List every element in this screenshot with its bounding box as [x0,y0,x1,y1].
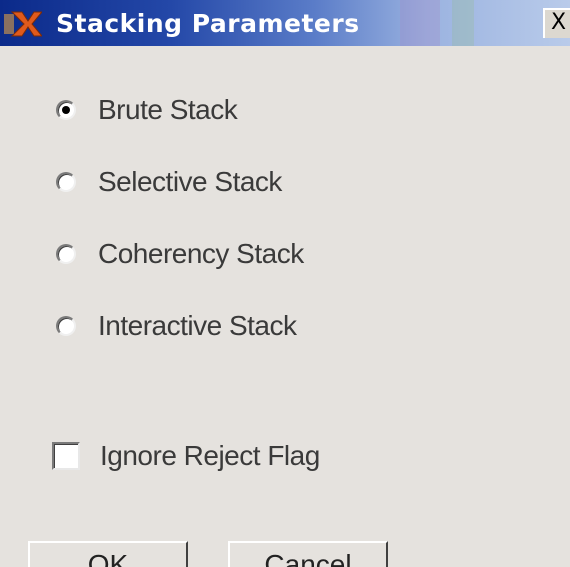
x-app-icon [4,11,42,37]
cancel-button[interactable]: Cancel [228,541,388,567]
radio-button-coherency-stack[interactable] [56,244,76,264]
title-bar-stripe [452,0,474,46]
ignore-reject-flag-row[interactable]: Ignore Reject Flag [52,436,320,476]
radio-label-coherency-stack: Coherency Stack [98,238,304,269]
title-bar[interactable]: Stacking Parameters X [0,0,570,46]
radio-option-brute-stack[interactable]: Brute Stack [56,92,238,128]
ok-button[interactable]: OK [28,541,188,567]
radio-option-selective-stack[interactable]: Selective Stack [56,164,282,200]
radio-option-coherency-stack[interactable]: Coherency Stack [56,236,304,272]
close-button[interactable]: X [543,8,570,38]
title-bar-stripe [400,0,440,46]
radio-button-selective-stack[interactable] [56,172,76,192]
radio-label-brute-stack: Brute Stack [98,94,238,125]
radio-button-interactive-stack[interactable] [56,316,76,336]
radio-option-interactive-stack[interactable]: Interactive Stack [56,308,297,344]
radio-label-interactive-stack: Interactive Stack [98,310,297,341]
radio-button-brute-stack[interactable] [56,100,76,120]
stacking-parameters-dialog: Stacking Parameters X Brute Stack Select… [0,0,570,567]
radio-label-selective-stack: Selective Stack [98,166,282,197]
ignore-reject-flag-label: Ignore Reject Flag [100,440,320,471]
ignore-reject-flag-checkbox[interactable] [52,442,80,470]
dialog-title: Stacking Parameters [56,9,360,38]
